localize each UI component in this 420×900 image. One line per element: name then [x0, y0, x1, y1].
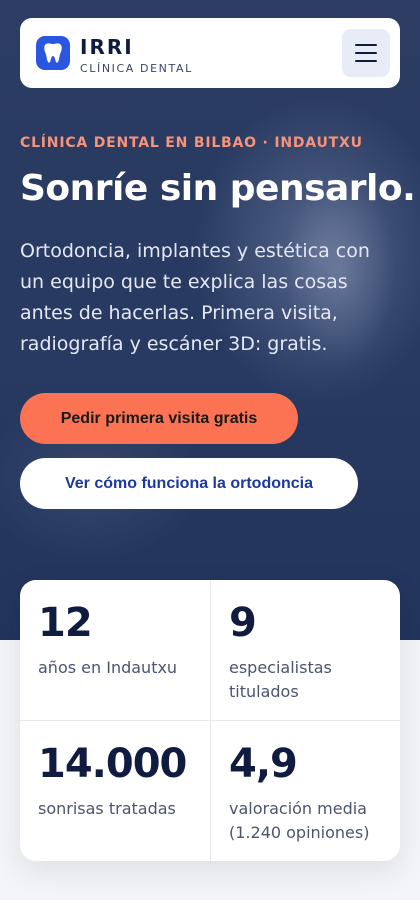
- hero-title: Sonríe sin pensarlo.: [20, 168, 416, 209]
- stat-specialists: 9 especialistas titulados: [229, 600, 389, 704]
- hamburger-menu-button[interactable]: [342, 29, 390, 77]
- stat-label: años en Indautxu: [38, 658, 178, 677]
- stat-rating: 4,9 valoración media (1.240 opiniones): [229, 741, 394, 845]
- stat-smiles: 14.000 sonrisas tratadas: [38, 741, 218, 821]
- stat-years: 12 años en Indautxu: [38, 600, 218, 680]
- stat-value: 9: [229, 600, 257, 646]
- divider: [20, 720, 400, 721]
- tooth-icon[interactable]: [36, 36, 70, 70]
- stat-label: especialistas titulados: [229, 658, 332, 701]
- site-header: IRRI CLÍNICA DENTAL: [20, 18, 400, 88]
- book-first-visit-button[interactable]: Pedir primera visita gratis: [20, 393, 298, 444]
- stat-value: 12: [38, 600, 93, 646]
- stat-label: valoración media (1.240 opiniones): [229, 799, 370, 842]
- stat-label: sonrisas tratadas: [38, 799, 176, 818]
- stat-value: 14.000: [38, 741, 187, 787]
- stats-card: 12 años en Indautxu 9 especialistas titu…: [20, 580, 400, 861]
- brand-subtitle: CLÍNICA DENTAL: [80, 62, 193, 75]
- hamburger-line: [355, 60, 377, 62]
- brand-name[interactable]: IRRI: [80, 35, 134, 59]
- hero-eyebrow: CLÍNICA DENTAL EN BILBAO · INDAUTXU: [20, 135, 363, 151]
- hero-description: Ortodoncia, implantes y estética con un …: [20, 240, 370, 355]
- hamburger-menu-icon: [355, 44, 377, 46]
- hamburger-line: [355, 52, 377, 54]
- orthodontics-info-button[interactable]: Ver cómo funciona la ortodoncia: [20, 458, 358, 509]
- stat-value: 4,9: [229, 741, 298, 787]
